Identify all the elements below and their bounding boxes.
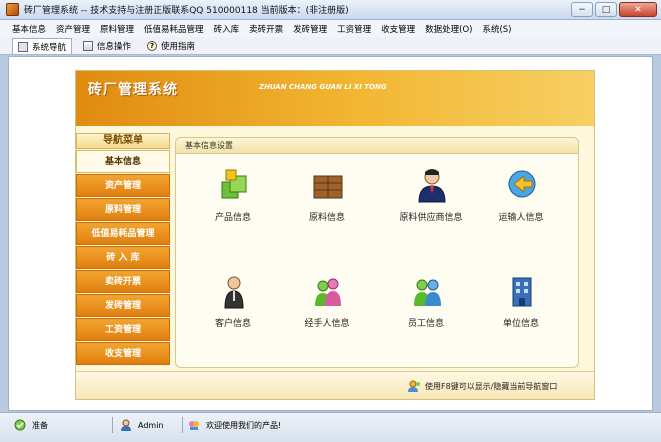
menu-assets[interactable]: 资产管理 [56,23,90,35]
help-icon: ? [147,41,158,51]
content-header: 基本信息设置 [176,138,578,154]
document-icon [83,41,94,51]
close-button[interactable]: ✕ [619,2,657,17]
tile-label: 运输人信息 [498,213,544,223]
nav-item-materials[interactable]: 原料管理 [76,198,170,221]
nav-item-sales-invoice[interactable]: 卖砖开票 [76,270,170,293]
status-separator [112,417,113,433]
status-user: Admin [120,417,164,433]
menu-bar: 基本信息 资产管理 原料管理 低值易耗品管理 砖入库 卖砖开票 发砖管理 工资管… [0,20,661,37]
tile-customer-info[interactable]: 客户信息 [188,266,278,336]
window-controls: − □ ✕ [571,2,657,17]
f8-hint: 使用F8键可以显示/隐藏当前导航窗口 [408,380,557,392]
nav-item-basic-info[interactable]: 基本信息 [76,150,170,173]
tab-info-ops[interactable]: 信息操作 [78,38,136,54]
transporter-icon [508,170,536,198]
tab-label: 系统导航 [32,42,67,53]
customer-icon [224,276,244,309]
title-bar: 砖厂管理系统 -- 技术支持与注册正版联系QQ 510000118 当前版本：(… [0,0,661,20]
ready-icon [14,419,26,431]
banner: 砖厂管理系统 ZHUAN CHANG GUAN LI XI TONG [76,71,594,126]
user-icon [121,419,131,431]
navigation-icon [18,41,28,52]
tab-label: 使用指南 [161,42,196,52]
supplier-person-icon [418,169,446,203]
status-message: 欢迎使用我们的产品! [188,417,281,433]
status-text: 准备 [32,420,48,430]
menu-finance[interactable]: 收支管理 [381,23,415,35]
tab-user-guide[interactable]: ? 使用指南 [142,38,200,54]
menu-materials[interactable]: 原料管理 [100,23,134,35]
panel-footer: 使用F8键可以显示/隐藏当前导航窗口 [76,371,594,399]
menu-basic-info[interactable]: 基本信息 [12,23,46,35]
window-title: 砖厂管理系统 -- 技术支持与注册正版联系QQ 510000118 当前版本：(… [24,6,349,16]
tab-bar: 系统导航 信息操作 ? 使用指南 [0,37,661,55]
menu-sales-invoice[interactable]: 卖砖开票 [249,23,283,35]
people-hint-icon [408,380,420,392]
tile-staff-info[interactable]: 员工信息 [381,266,471,336]
tile-handler-info[interactable]: 经手人信息 [282,266,372,336]
banner-title: 砖厂管理系统 [88,82,178,98]
material-crate-icon [313,175,343,199]
tile-product-info[interactable]: 产品信息 [188,160,278,230]
minimize-button[interactable]: − [571,2,593,17]
tile-transporter-info[interactable]: 运输人信息 [476,160,566,230]
maximize-button[interactable]: □ [595,2,617,17]
menu-shipping[interactable]: 发砖管理 [293,23,327,35]
menu-data[interactable]: 数据处理(O) [425,23,472,35]
status-message-text: 欢迎使用我们的产品! [206,420,282,430]
tile-label: 产品信息 [214,213,251,223]
tile-label: 客户信息 [214,319,251,329]
product-cubes-icon [221,169,247,199]
tile-company-info[interactable]: 单位信息 [476,266,566,336]
menu-payroll[interactable]: 工资管理 [337,23,371,35]
nav-menu-header: 导航菜单 [76,133,170,149]
nav-item-brick-inbound[interactable]: 砖 入 库 [76,246,170,269]
company-icon [512,277,532,307]
menu-system[interactable]: 系统(S) [482,23,511,35]
handler-people-icon [315,278,341,306]
nav-item-shipping[interactable]: 发砖管理 [76,294,170,317]
staff-people-icon [414,279,441,306]
tile-label: 经手人信息 [304,319,350,329]
status-user-name: Admin [138,420,164,430]
tab-label: 信息操作 [97,42,132,52]
tile-label: 原料信息 [308,213,345,223]
welcome-icon [189,421,199,430]
tile-supplier-info[interactable]: 原料供应商信息 [381,160,481,230]
status-bar: 准备 Admin 欢迎使用我们的产品! [0,412,661,442]
navigation-panel: 砖厂管理系统 ZHUAN CHANG GUAN LI XI TONG 导航菜单 … [75,70,595,400]
menu-brick-inbound[interactable]: 砖入库 [214,23,240,35]
nav-item-assets[interactable]: 资产管理 [76,174,170,197]
nav-item-consumables[interactable]: 低值易耗品管理 [76,222,170,245]
content-panel: 基本信息设置 产品信息 原料信息 原料供应商信息 运输人信息 客户信息 经手人信… [175,137,579,368]
tile-label: 员工信息 [407,319,444,329]
status-ready: 准备 [14,417,48,433]
nav-item-finance[interactable]: 收支管理 [76,342,170,365]
f8-hint-text: 使用F8键可以显示/隐藏当前导航窗口 [425,381,558,391]
status-separator [182,417,183,433]
nav-item-payroll[interactable]: 工资管理 [76,318,170,341]
tile-material-info[interactable]: 原料信息 [282,160,372,230]
tab-system-nav[interactable]: 系统导航 [12,38,73,54]
menu-consumables[interactable]: 低值易耗品管理 [144,23,204,35]
nav-menu: 导航菜单 基本信息 资产管理 原料管理 低值易耗品管理 砖 入 库 卖砖开票 发… [76,133,170,371]
tile-label: 单位信息 [502,319,539,329]
banner-subtitle: ZHUAN CHANG GUAN LI XI TONG [259,83,387,91]
app-icon [6,3,19,16]
tile-label: 原料供应商信息 [399,213,463,223]
workspace: 砖厂管理系统 ZHUAN CHANG GUAN LI XI TONG 导航菜单 … [8,56,653,411]
